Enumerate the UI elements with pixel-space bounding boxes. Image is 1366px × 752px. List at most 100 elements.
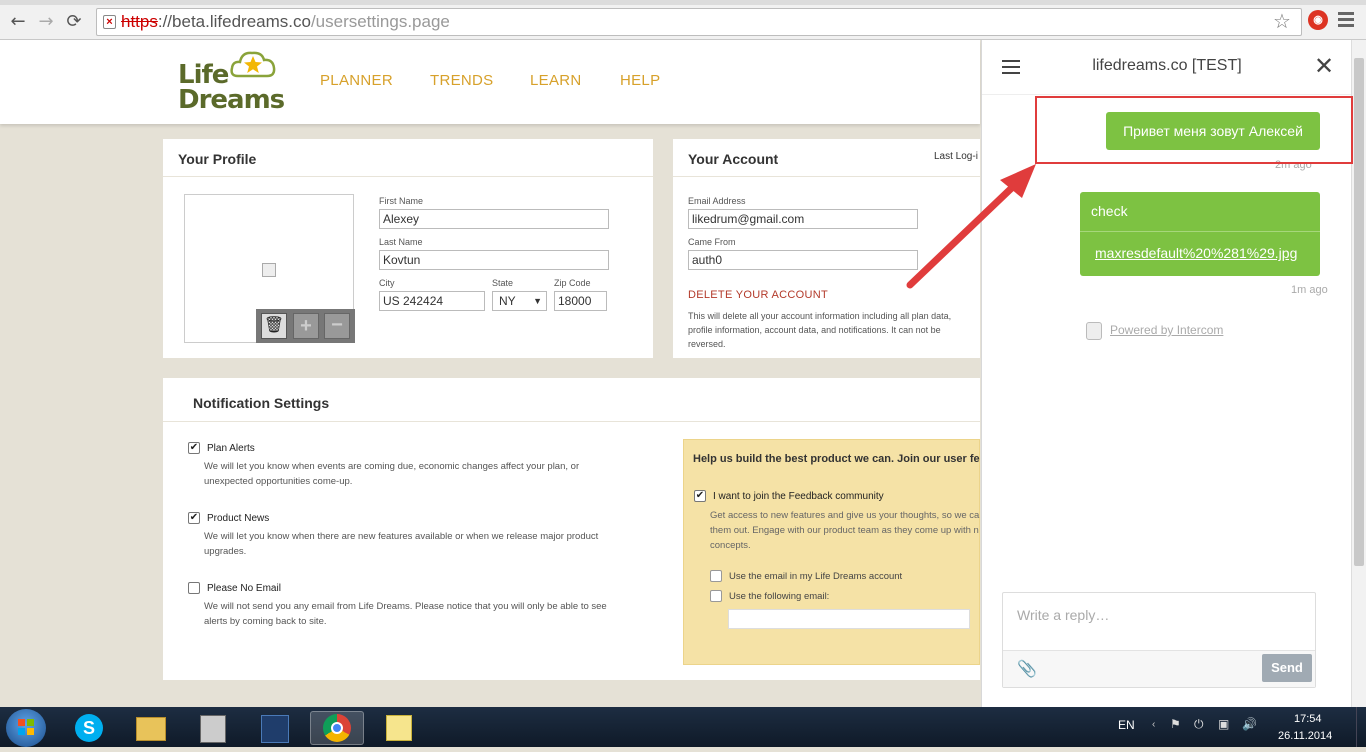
divider xyxy=(163,421,980,422)
show-desktop-button[interactable] xyxy=(1356,707,1366,747)
powered-by-link[interactable]: Powered by Intercom xyxy=(1110,323,1223,337)
tab-strip xyxy=(0,0,1366,5)
no-email-checkbox[interactable] xyxy=(188,582,200,594)
feedback-join-label: I want to join the Feedback community xyxy=(713,491,884,502)
state-label: State xyxy=(492,278,514,288)
intercom-title: lifedreams.co [TEST] xyxy=(1092,57,1242,74)
volume-icon[interactable]: 🔊 xyxy=(1242,717,1257,731)
product-news-desc: We will let you know when there are new … xyxy=(204,531,599,557)
product-news-checkbox[interactable]: ✔ xyxy=(188,512,200,524)
zip-label: Zip Code xyxy=(554,278,591,288)
trash-icon[interactable]: 🗑 xyxy=(261,313,287,339)
calculator-taskbar-icon[interactable] xyxy=(186,711,240,745)
bubble-divider xyxy=(1080,231,1320,232)
forward-icon[interactable]: → xyxy=(36,12,56,32)
feedback-desc: Get access to new features and give us y… xyxy=(710,510,980,551)
use-account-email-checkbox[interactable] xyxy=(710,570,722,582)
sticky-notes-taskbar-icon[interactable] xyxy=(372,711,426,745)
bookmark-star-icon[interactable]: ☆ xyxy=(1273,9,1291,35)
insecure-lock-icon: × xyxy=(103,15,116,29)
no-email-desc: We will not send you any email from Life… xyxy=(204,601,607,627)
delete-description: This will delete all your account inform… xyxy=(688,311,952,349)
last-name-input[interactable]: Kovtun xyxy=(379,250,609,270)
email-label: Email Address xyxy=(688,196,746,206)
clock-date[interactable]: 26.11.2014 xyxy=(1278,730,1332,742)
dropdown-arrow-icon: ▼ xyxy=(533,296,542,306)
city-label: City xyxy=(379,278,395,288)
annotation-arrow-icon xyxy=(906,164,1036,289)
use-following-email-label: Use the following email: xyxy=(729,591,830,602)
attachment-link[interactable]: maxresdefault%20%281%29.jpg xyxy=(1095,245,1297,261)
feedback-title: Help us build the best product we can. J… xyxy=(693,453,980,465)
extension-icon[interactable]: ◉ xyxy=(1308,10,1328,30)
following-email-input[interactable] xyxy=(728,609,970,629)
lifedreams-logo[interactable]: Life Dreams xyxy=(178,51,285,115)
flag-icon[interactable]: ⚑ xyxy=(1170,717,1181,731)
city-input[interactable]: US 242424 xyxy=(379,291,485,311)
use-following-email-checkbox[interactable] xyxy=(710,590,722,602)
plan-alerts-desc: We will let you know when events are com… xyxy=(204,461,580,487)
nav-learn[interactable]: LEARN xyxy=(530,72,582,89)
annotation-box xyxy=(1035,96,1353,164)
no-email-label: Please No Email xyxy=(207,583,281,594)
divider xyxy=(982,94,1352,95)
reload-icon[interactable]: ⟳ xyxy=(64,12,84,32)
browser-menu-icon[interactable] xyxy=(1338,12,1354,30)
language-indicator[interactable]: EN xyxy=(1118,718,1135,732)
zip-input[interactable]: 18000 xyxy=(554,291,607,311)
address-bar[interactable]: × https://beta.lifedreams.co/usersetting… xyxy=(96,8,1302,36)
url-path: /usersettings.page xyxy=(310,12,450,31)
reply-composer: Write a reply… 📎 Send xyxy=(1002,592,1316,688)
send-button[interactable]: Send xyxy=(1262,654,1312,682)
notification-title: Notification Settings xyxy=(193,395,330,411)
plus-icon[interactable]: + xyxy=(293,313,319,339)
reply-input[interactable]: Write a reply… xyxy=(1017,607,1109,623)
intercom-logo-icon xyxy=(1086,322,1102,340)
divider xyxy=(163,176,653,177)
avatar-frame: 🗑 + − xyxy=(184,194,355,343)
intercom-scrollbar[interactable] xyxy=(1351,40,1366,707)
url-separator: :// xyxy=(157,12,173,31)
plan-alerts-checkbox[interactable]: ✔ xyxy=(188,442,200,454)
tray-expand-icon[interactable]: ‹ xyxy=(1152,719,1155,730)
nav-planner[interactable]: PLANNER xyxy=(320,72,393,89)
explorer-taskbar-icon[interactable] xyxy=(124,711,178,745)
site-header: Life Dreams PLANNER TRENDS LEARN HELP xyxy=(0,40,980,124)
feedback-panel: Help us build the best product we can. J… xyxy=(683,439,980,665)
clock-time[interactable]: 17:54 xyxy=(1294,713,1322,725)
browser-toolbar: ← → ⟳ × https://beta.lifedreams.co/users… xyxy=(0,0,1366,40)
message-bubble-2: check maxresdefault%20%281%29.jpg xyxy=(1080,192,1320,276)
account-title: Your Account xyxy=(688,151,779,167)
first-name-input[interactable]: Alexey xyxy=(379,209,609,229)
nav-trends[interactable]: TRENDS xyxy=(430,72,493,89)
came-from-input[interactable]: auth0 xyxy=(688,250,918,270)
chrome-taskbar-icon[interactable] xyxy=(310,711,364,745)
feedback-join-checkbox[interactable]: ✔ xyxy=(694,490,706,502)
minus-icon[interactable]: − xyxy=(324,313,350,339)
message-2-time: 1m ago xyxy=(1291,284,1328,296)
delete-account-link[interactable]: DELETE YOUR ACCOUNT xyxy=(688,289,828,301)
message-2-text: check xyxy=(1091,203,1128,219)
power-icon[interactable]: ⏻ xyxy=(1194,717,1204,732)
scrollbar-thumb[interactable] xyxy=(1354,58,1364,566)
state-select[interactable]: NY ▼ xyxy=(492,291,547,311)
nav-help[interactable]: HELP xyxy=(620,72,660,89)
email-input[interactable]: likedrum@gmail.com xyxy=(688,209,918,229)
plan-alerts-label: Plan Alerts xyxy=(207,443,255,454)
back-icon[interactable]: ← xyxy=(8,12,28,32)
use-account-email-label: Use the email in my Life Dreams account xyxy=(729,571,903,582)
profile-card: Your Profile 🗑 + − First Name Alexey Las… xyxy=(163,139,653,358)
attach-icon[interactable]: 📎 xyxy=(1017,659,1037,679)
url-scheme: https xyxy=(121,12,158,31)
avatar-toolbar: 🗑 + − xyxy=(256,309,355,343)
skype-taskbar-icon[interactable]: S xyxy=(62,711,116,745)
url-host: beta.lifedreams.co xyxy=(172,12,311,31)
product-news-label: Product News xyxy=(207,513,270,524)
came-from-label: Came From xyxy=(688,237,736,247)
broken-image-icon xyxy=(262,263,276,277)
app-taskbar-icon[interactable] xyxy=(248,711,302,745)
start-button[interactable] xyxy=(6,709,46,747)
close-icon[interactable]: ✕ xyxy=(1314,52,1334,80)
network-icon[interactable]: ▣ xyxy=(1218,717,1229,731)
first-name-label: First Name xyxy=(379,196,424,206)
